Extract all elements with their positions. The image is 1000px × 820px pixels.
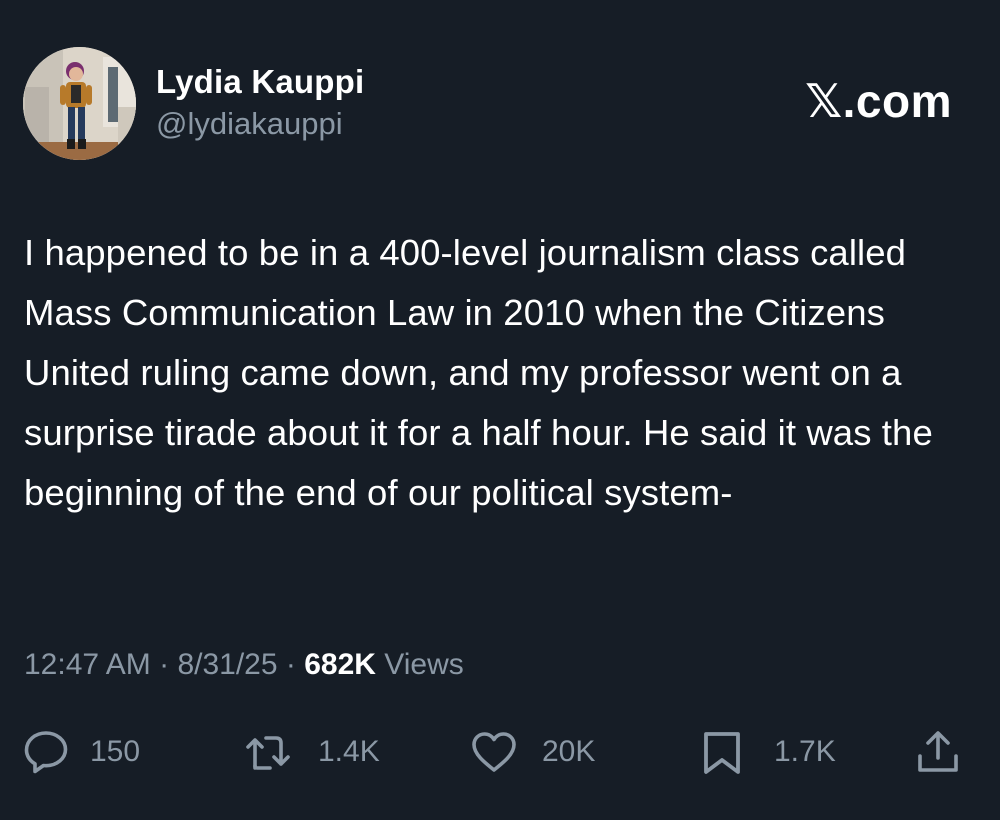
- heart-icon: [470, 728, 518, 776]
- reply-icon: [22, 728, 70, 776]
- reply-button[interactable]: 150: [22, 720, 140, 784]
- like-button[interactable]: 20K: [470, 720, 595, 784]
- avatar-photo: [23, 47, 136, 160]
- meta-separator: ·: [285, 648, 296, 681]
- avatar[interactable]: [23, 47, 136, 160]
- share-icon: [914, 728, 962, 776]
- author-display-name[interactable]: Lydia Kauppi: [156, 62, 364, 102]
- author-handle[interactable]: @lydiakauppi: [156, 104, 364, 144]
- tweet-time[interactable]: 12:47 AM: [24, 648, 151, 681]
- reply-count: 150: [90, 735, 141, 768]
- bookmark-button[interactable]: 1.7K: [698, 720, 836, 784]
- views-count: 682K: [304, 648, 376, 681]
- bookmark-icon: [698, 728, 746, 776]
- like-count: 20K: [542, 735, 596, 768]
- views-label: Views: [384, 648, 464, 681]
- brand-logo: 𝕏.com: [805, 75, 952, 127]
- action-bar: 150 1.4K 20K 1.7K: [0, 720, 1000, 784]
- repost-count: 1.4K: [318, 735, 380, 768]
- author-info: Lydia Kauppi @lydiakauppi: [156, 62, 364, 144]
- share-button[interactable]: [914, 720, 962, 784]
- repost-icon: [244, 728, 292, 776]
- tweet-card: Lydia Kauppi @lydiakauppi 𝕏.com I happen…: [0, 0, 1000, 820]
- tweet-date[interactable]: 8/31/25: [177, 648, 277, 681]
- tweet-text: I happened to be in a 400-level journali…: [24, 232, 933, 513]
- tweet-meta: 12:47 AM · 8/31/25 · 682K Views: [24, 640, 464, 690]
- repost-button[interactable]: 1.4K: [244, 720, 380, 784]
- meta-separator: ·: [159, 648, 170, 681]
- bookmark-count: 1.7K: [774, 735, 836, 768]
